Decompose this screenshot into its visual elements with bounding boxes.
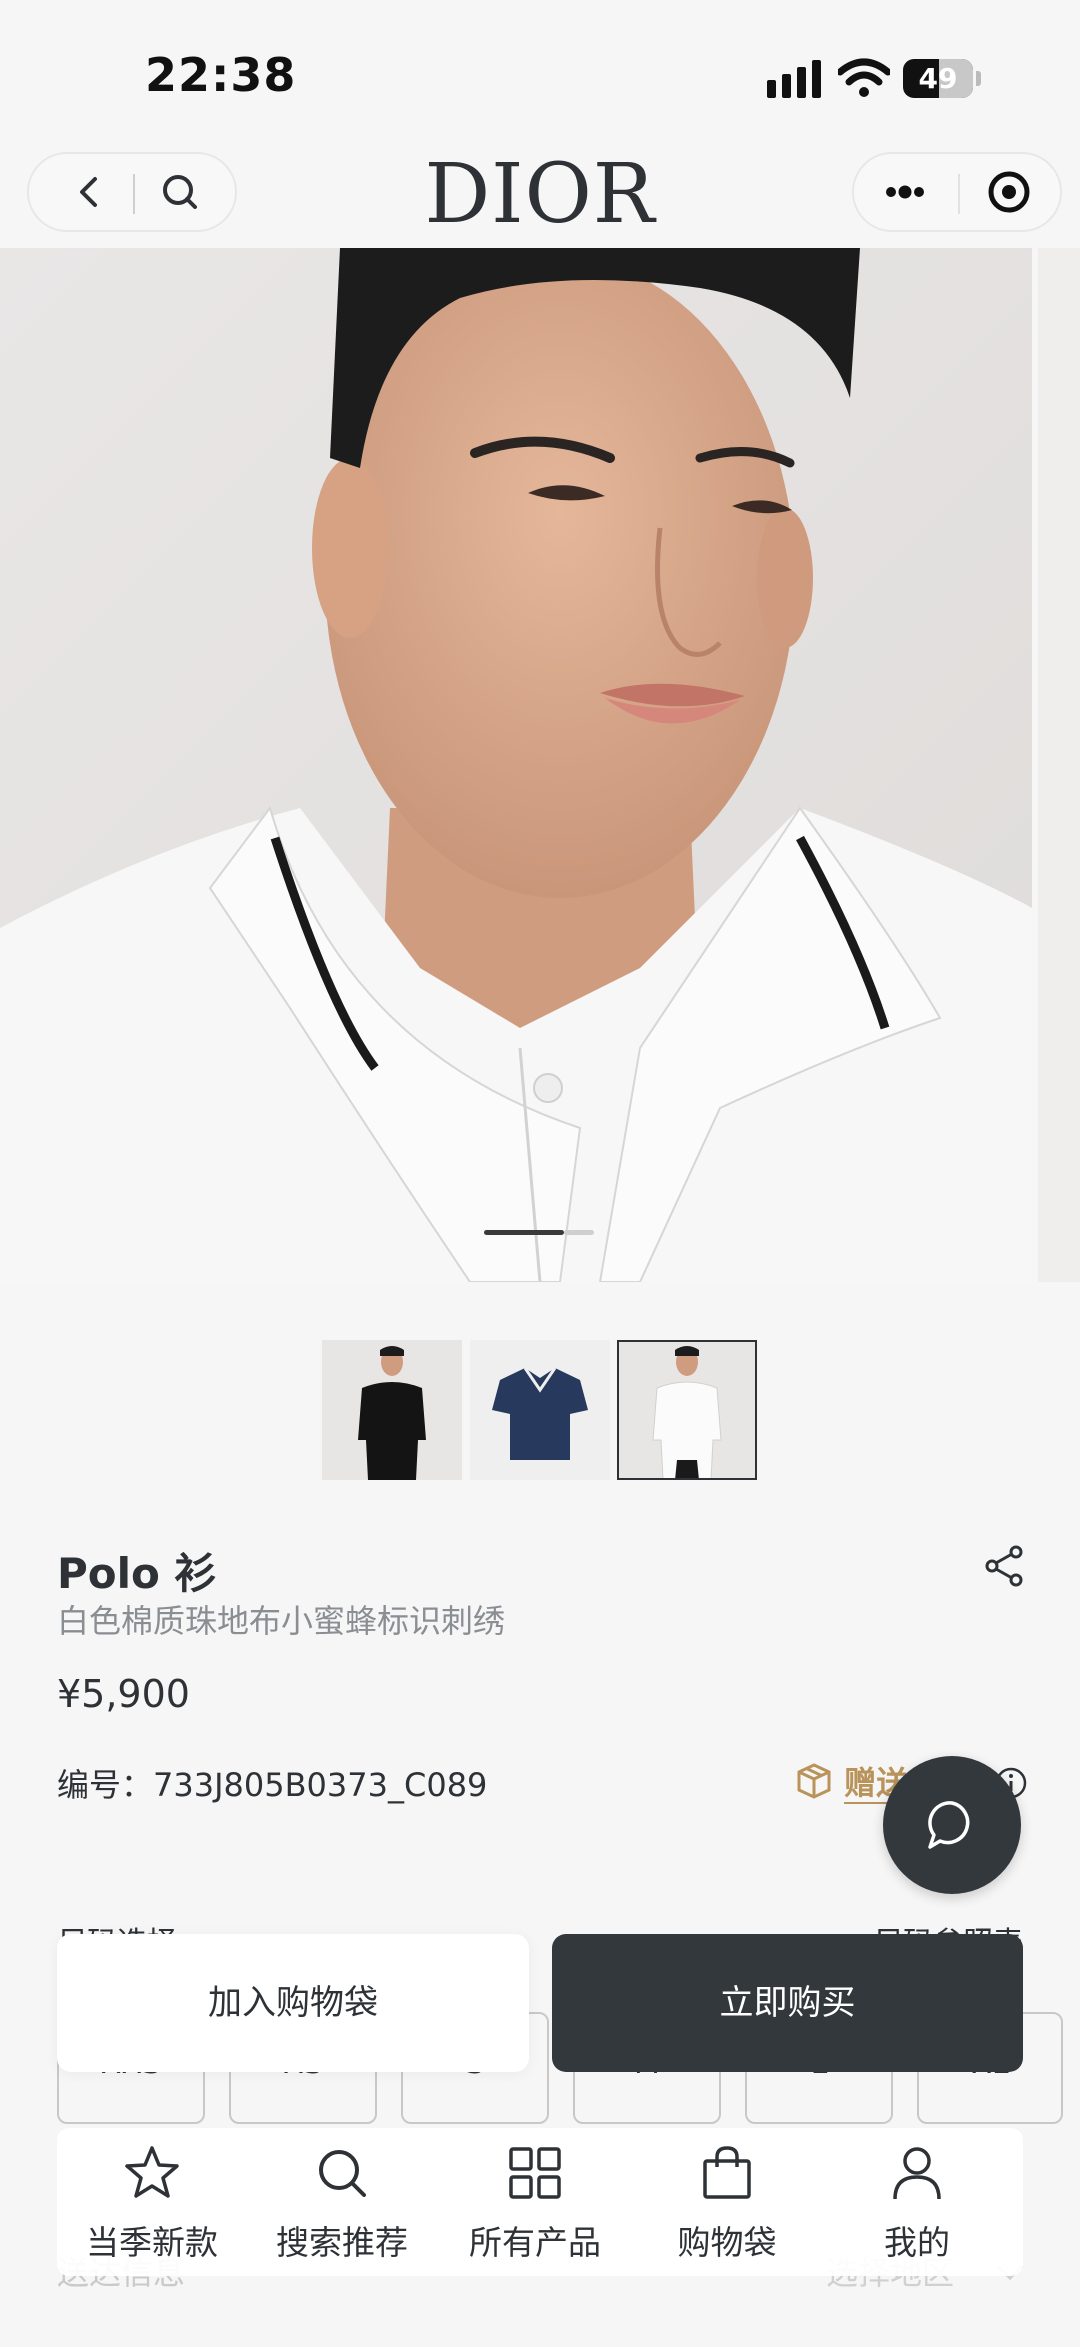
thumbnail-white-polo[interactable] <box>617 1340 757 1480</box>
tab-search[interactable]: 搜索推荐 <box>247 2128 437 2276</box>
buy-now-button[interactable]: 立即购买 <box>552 1934 1023 2072</box>
nav-bar: DIOR <box>0 148 1080 248</box>
thumbnail-black-polo[interactable] <box>322 1340 462 1480</box>
nav-left-capsule <box>27 152 237 232</box>
product-photo <box>0 248 1032 1282</box>
search-icon[interactable] <box>155 167 205 217</box>
tab-label: 购物袋 <box>677 2223 777 2262</box>
status-bar: 22:38 49 <box>0 0 1080 150</box>
chat-button[interactable] <box>883 1756 1021 1894</box>
cellular-signal-icon <box>767 60 821 98</box>
next-image-preview[interactable] <box>1038 248 1080 1282</box>
chat-bubble-icon <box>928 1801 970 1849</box>
status-time: 22:38 <box>145 48 297 102</box>
tab-label: 我的 <box>884 2223 950 2262</box>
battery-icon: 49 <box>903 59 981 98</box>
product-title: Polo 衫 <box>57 1549 217 1598</box>
product-image-carousel[interactable] <box>0 248 1032 1282</box>
tab-shopping-bag[interactable]: 购物袋 <box>632 2128 822 2276</box>
tab-profile[interactable]: 我的 <box>822 2128 1012 2276</box>
battery-level: 49 <box>918 62 958 95</box>
search-icon <box>319 2150 366 2197</box>
product-sku: 编号：733J805B0373_C089 <box>57 1766 488 1804</box>
back-icon[interactable] <box>65 167 115 217</box>
carousel-indicator <box>484 1230 594 1235</box>
more-dots-icon[interactable] <box>880 167 930 217</box>
tab-label: 搜索推荐 <box>276 2223 408 2262</box>
gift-box-icon <box>797 1763 831 1799</box>
tab-label: 所有产品 <box>469 2223 601 2262</box>
add-to-bag-button[interactable]: 加入购物袋 <box>57 1934 529 2072</box>
share-icon[interactable] <box>980 1542 1028 1590</box>
miniprogram-capsule <box>852 152 1062 232</box>
bag-icon <box>703 2146 751 2199</box>
close-miniprogram-icon[interactable] <box>984 167 1034 217</box>
tab-all-products[interactable]: 所有产品 <box>440 2128 630 2276</box>
thumbnail-navy-polo[interactable] <box>470 1340 610 1480</box>
brand-logo[interactable]: DIOR <box>420 150 660 240</box>
star-icon <box>125 2146 179 2198</box>
product-price: ¥5,900 <box>57 1672 190 1716</box>
bottom-tab-bar: 当季新款 搜索推荐 所有产品 购物袋 我的 <box>57 2128 1023 2276</box>
wifi-icon <box>838 58 890 97</box>
tab-label: 当季新款 <box>86 2223 218 2262</box>
person-icon <box>893 2147 941 2200</box>
tab-new-season[interactable]: 当季新款 <box>57 2128 247 2276</box>
product-subtitle: 白色棉质珠地布小蜜蜂标识刺绣 <box>57 1602 506 1640</box>
grid-icon <box>509 2147 561 2199</box>
